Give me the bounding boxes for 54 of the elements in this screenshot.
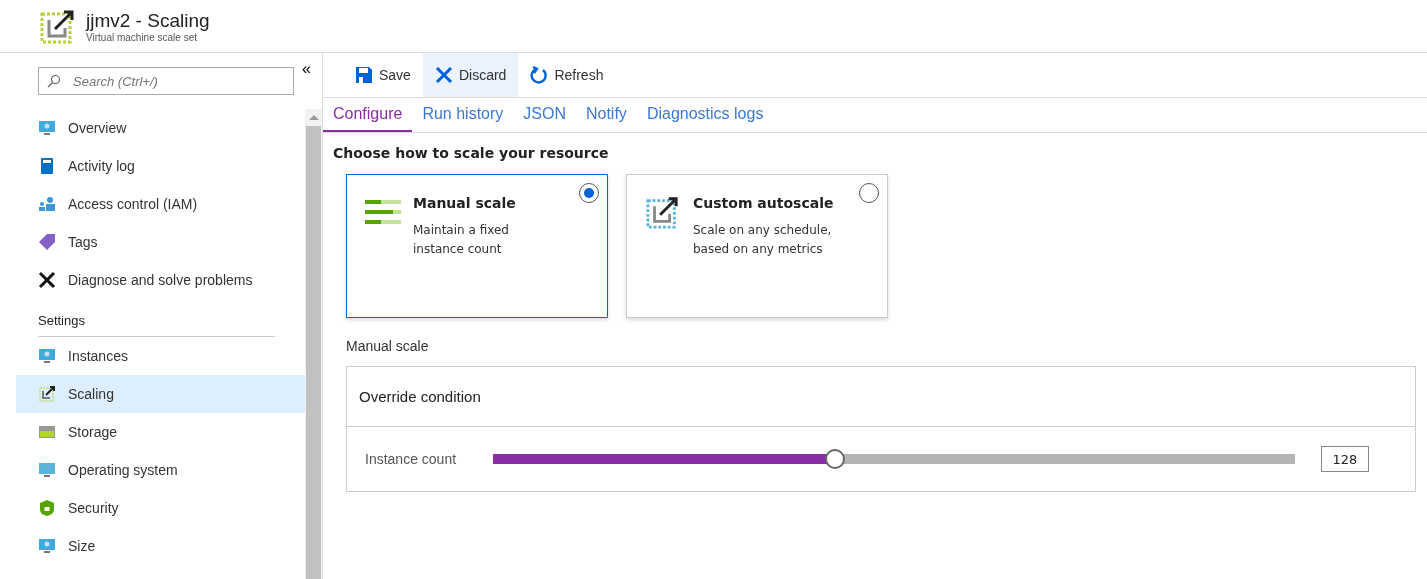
tab[interactable]: JSON	[513, 98, 576, 132]
toolbar-button[interactable]: Refresh	[518, 53, 616, 97]
nav-item[interactable]: Activity log	[16, 147, 305, 185]
field-label: Instance count	[365, 451, 458, 467]
nav-item[interactable]: Overview	[16, 109, 305, 147]
nav-item[interactable]: Operating system	[16, 451, 305, 489]
search-icon	[47, 74, 61, 88]
tab[interactable]: Run history	[412, 98, 514, 132]
option-card[interactable]: Manual scale Maintain a fixed instance count	[346, 174, 608, 318]
scroll-up-icon[interactable]	[308, 115, 319, 120]
nav-item[interactable]: Scaling	[16, 375, 305, 413]
search-field[interactable]: Search (Ctrl+/)	[38, 67, 294, 95]
option-card[interactable]: Custom autoscale Scale on any schedule, based on any metrics	[626, 174, 888, 318]
tab[interactable]: Configure	[323, 98, 413, 132]
option-title: Manual scale	[413, 195, 517, 211]
scale-icon	[645, 195, 681, 229]
refresh-icon	[530, 66, 549, 84]
save-icon	[355, 66, 373, 84]
section-heading: Choose how to scale your resource	[333, 145, 610, 161]
storage-icon	[38, 423, 56, 441]
monitor-icon	[38, 537, 56, 555]
value-field[interactable]: 128	[1321, 446, 1369, 472]
people-icon	[38, 195, 56, 213]
monitor-icon	[38, 119, 56, 137]
option-title: Custom autoscale	[693, 195, 835, 211]
option-description: Maintain a fixed instance count	[413, 222, 510, 258]
nav-item[interactable]: Access control (IAM)	[16, 185, 305, 223]
collapse-button[interactable]: «	[302, 61, 311, 77]
toolbar-button[interactable]: Save	[343, 53, 423, 97]
section-label: Manual scale	[346, 338, 430, 354]
tab[interactable]: Diagnostics logs	[636, 98, 774, 132]
scale-icon	[40, 8, 76, 44]
panel-title: Override condition	[359, 388, 481, 405]
nav-item[interactable]: Tags	[16, 223, 305, 261]
screen-icon	[38, 461, 56, 479]
page-subtitle: Virtual machine scale set	[86, 31, 198, 43]
slider-thumb[interactable]	[825, 449, 846, 469]
monitor-icon	[38, 347, 56, 365]
shield-icon	[38, 499, 56, 517]
tag-icon	[38, 233, 56, 251]
option-description: Scale on any schedule, based on any metrics	[693, 222, 833, 258]
nav-item[interactable]: Diagnose and solve problems	[16, 261, 305, 299]
nav-item[interactable]: Security	[16, 489, 305, 527]
section-heading: Settings	[38, 299, 275, 337]
scale-icon	[38, 385, 56, 403]
nav-item[interactable]: Storage	[16, 413, 305, 451]
slider[interactable]	[493, 448, 1295, 470]
nav-item[interactable]: Instances	[16, 337, 305, 375]
close-icon	[434, 66, 453, 84]
toolbar-button[interactable]: Discard	[422, 53, 519, 97]
page-title: jjmv2 - Scaling	[86, 9, 210, 32]
nav-item[interactable]: Size	[16, 527, 305, 565]
tab[interactable]: Notify	[575, 98, 637, 132]
book-icon	[38, 157, 56, 175]
